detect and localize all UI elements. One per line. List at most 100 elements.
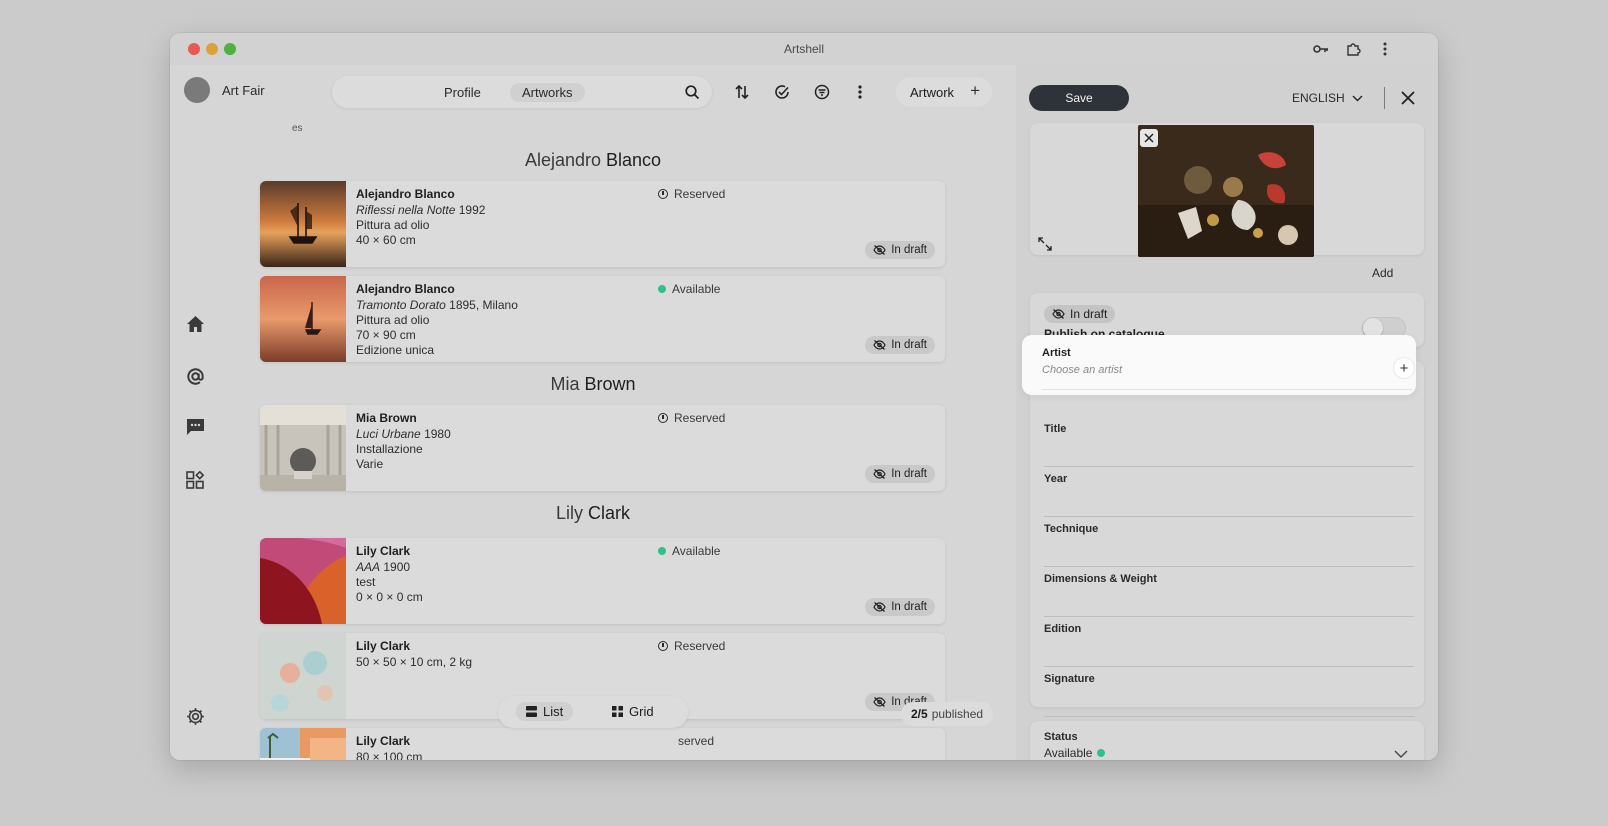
- sort-icon[interactable]: [732, 82, 752, 102]
- card-detail: 50 × 50 × 10 cm, 2 kg: [356, 655, 473, 669]
- add-image-button[interactable]: Add: [1372, 266, 1393, 280]
- card-title-year: Tramonto Dorato 1895, Milano: [356, 298, 518, 312]
- card-artist: Alejandro Blanco: [356, 187, 455, 201]
- artwork-thumbnail: [260, 181, 346, 267]
- card-detail: test: [356, 575, 376, 589]
- list-view-button[interactable]: List: [516, 702, 574, 721]
- more-vertical-icon[interactable]: [1376, 40, 1394, 58]
- card-detail: Varie: [356, 457, 384, 471]
- draft-badge: In draft: [1044, 305, 1116, 323]
- card-artist: Alejandro Blanco: [356, 282, 455, 296]
- tab-profile[interactable]: Profile: [432, 83, 493, 102]
- apps-icon[interactable]: [184, 469, 206, 491]
- user-profile[interactable]: Art Fair: [184, 77, 265, 103]
- available-dot: [658, 285, 666, 293]
- expand-icon[interactable]: [1038, 237, 1052, 251]
- card-status: Reserved: [658, 639, 725, 653]
- more-vertical-icon[interactable]: [850, 82, 870, 102]
- card-artist: Lily Clark: [356, 734, 411, 748]
- dimensions-weight-field[interactable]: Dimensions & Weight: [1044, 573, 1414, 617]
- tab-artworks[interactable]: Artworks: [510, 83, 585, 102]
- clock-icon: [658, 189, 668, 199]
- clock-icon: [658, 641, 668, 651]
- search-icon[interactable]: [682, 82, 702, 102]
- close-icon: [1144, 133, 1154, 143]
- draft-badge: In draft: [865, 465, 935, 483]
- signature-field[interactable]: Signature: [1044, 673, 1414, 717]
- card-status: Reserved: [658, 411, 725, 425]
- eye-off-icon: [873, 469, 886, 479]
- artwork-card[interactable]: Alejandro Blanco Riflessi nella Notte 19…: [260, 181, 945, 267]
- status-label: Status: [1044, 731, 1078, 743]
- extensions-icon[interactable]: [1344, 40, 1362, 58]
- chat-icon[interactable]: [184, 416, 206, 438]
- group-heading: Lily Clark: [555, 503, 631, 523]
- technique-field[interactable]: Technique: [1044, 523, 1414, 567]
- artwork-editor-pane: Save ENGLISH Add In draft Publish on cat…: [1016, 65, 1438, 760]
- card-detail: 70 × 90 cm: [356, 328, 416, 342]
- artwork-card[interactable]: Mia Brown Luci Urbane 1980 Installazione…: [260, 405, 945, 491]
- card-title-year: Luci Urbane 1980: [356, 427, 451, 441]
- chevron-down-icon[interactable]: [1394, 749, 1408, 759]
- artwork-thumbnail: [260, 633, 346, 719]
- edition-field[interactable]: Edition: [1044, 623, 1414, 667]
- add-artwork-label: Artwork: [910, 84, 955, 100]
- card-status: Available: [658, 544, 720, 558]
- key-icon[interactable]: [1312, 40, 1330, 58]
- card-status: Reserved: [658, 187, 725, 201]
- artwork-card[interactable]: Lily Clark AAA 1900 test 0 × 0 × 0 cm Av…: [260, 538, 945, 624]
- card-detail: 80 × 100 cm: [356, 750, 423, 760]
- card-artist: Lily Clark: [356, 639, 411, 653]
- divider: [1384, 87, 1385, 109]
- language-select[interactable]: ENGLISH: [1292, 91, 1363, 105]
- artwork-thumbnail: [260, 728, 346, 760]
- user-name: Art Fair: [222, 82, 265, 98]
- artwork-thumbnail: [260, 538, 346, 624]
- add-artwork-button[interactable]: Artwork +: [896, 77, 992, 107]
- artist-label: Artist: [1042, 347, 1071, 359]
- home-icon[interactable]: [184, 313, 206, 335]
- draft-badge: In draft: [865, 241, 935, 259]
- filter-icon[interactable]: [812, 82, 832, 102]
- available-dot: [658, 547, 666, 555]
- title-field[interactable]: Title: [1044, 423, 1414, 467]
- check-circle-icon[interactable]: [772, 82, 792, 102]
- main-tabs: Profile Artworks: [332, 76, 712, 108]
- add-artist-button[interactable]: +: [1394, 358, 1414, 378]
- window-title: Artshell: [783, 42, 824, 56]
- clock-icon: [658, 413, 668, 423]
- app-window: Artshell Art Fair es Profile Artworks Ar…: [170, 33, 1438, 760]
- user-sub: es: [292, 123, 303, 134]
- close-icon[interactable]: [1398, 88, 1418, 108]
- card-title-year: AAA 1900: [356, 560, 411, 574]
- draft-badge: In draft: [865, 598, 935, 616]
- group-heading: Mia Brown: [550, 374, 636, 394]
- card-artist: Mia Brown: [356, 411, 417, 425]
- artist-input[interactable]: Choose an artist: [1042, 364, 1122, 376]
- settings-icon[interactable]: [184, 705, 206, 727]
- grid-icon: [612, 706, 623, 717]
- card-detail: Pittura ad olio: [356, 313, 430, 327]
- card-detail: Pittura ad olio: [356, 218, 430, 232]
- artworks-list-pane: Art Fair es Profile Artworks Artwork + A…: [170, 65, 1016, 760]
- card-detail: 0 × 0 × 0 cm: [356, 590, 423, 604]
- card-detail: Edizione unica: [356, 343, 435, 357]
- card-title-year: Riflessi nella Notte 1992: [356, 203, 486, 217]
- view-toggle: List Grid: [498, 696, 688, 728]
- artist-field[interactable]: Artist Choose an artist +: [1022, 335, 1416, 395]
- group-heading: Alejandro Blanco: [524, 150, 662, 170]
- remove-image-button[interactable]: [1140, 129, 1158, 147]
- eye-off-icon: [873, 340, 886, 350]
- status-value[interactable]: Available: [1044, 746, 1106, 760]
- eye-off-icon: [873, 697, 886, 707]
- artwork-card[interactable]: Lily Clark 80 × 100 cm served: [260, 728, 945, 760]
- save-button[interactable]: Save: [1029, 85, 1129, 111]
- grid-view-button[interactable]: Grid: [602, 702, 664, 721]
- artwork-image[interactable]: [1138, 125, 1314, 257]
- card-detail: Installazione: [356, 442, 423, 456]
- plus-icon: +: [970, 81, 980, 100]
- artwork-thumbnail: [260, 405, 346, 491]
- year-field[interactable]: Year: [1044, 473, 1414, 517]
- artwork-card[interactable]: Alejandro Blanco Tramonto Dorato 1895, M…: [260, 276, 945, 362]
- card-status: Available: [658, 282, 720, 296]
